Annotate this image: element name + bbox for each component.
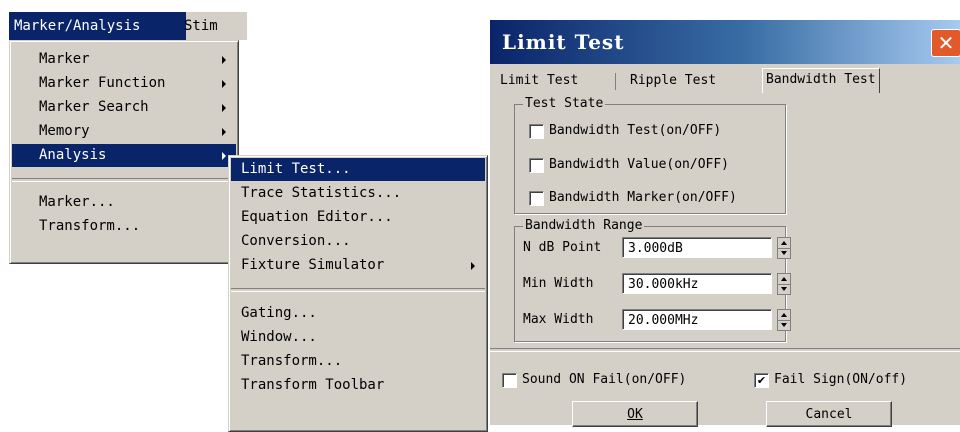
menu-item-window[interactable]: Window...	[231, 326, 485, 349]
dialog-separator	[490, 348, 960, 352]
spin-down-icon[interactable]	[778, 284, 790, 294]
bandwidth-range-group: Bandwidth Range N dB Point 3.000dB Min W…	[514, 218, 791, 342]
checkbox-label: Fail Sign(ON/off)	[774, 372, 908, 387]
checkbox-box	[529, 191, 544, 206]
menu-item-marker-dialog[interactable]: Marker...	[12, 191, 236, 214]
checkbox-box	[502, 373, 517, 388]
menu-item-label: Marker Search	[39, 99, 149, 115]
menu-separator	[231, 288, 485, 292]
ok-button-label: OK	[627, 407, 643, 422]
min-width-spinner[interactable]	[777, 273, 791, 295]
max-width-input[interactable]: 20.000MHz	[622, 309, 772, 330]
menu-item-label: Gating...	[241, 305, 317, 321]
menu-item-label: Transform...	[241, 353, 343, 369]
submenu-arrow-icon	[222, 56, 226, 64]
n-db-point-spinner[interactable]	[777, 237, 791, 259]
n-db-point-label: N dB Point	[523, 240, 602, 255]
checkbox-label: Bandwidth Test(on/OFF)	[549, 123, 722, 138]
close-icon[interactable]: ✕	[931, 29, 960, 57]
tab-bandwidth-test[interactable]: Bandwidth Test	[762, 68, 880, 93]
checkbox-box	[529, 124, 544, 139]
menu-item-label: Window...	[241, 329, 317, 345]
menu-item-label: Transform Toolbar	[241, 377, 385, 393]
menu-item-label: Analysis	[39, 147, 107, 163]
analysis-submenu: Limit Test... Trace Statistics... Equati…	[228, 155, 488, 432]
group-title: Bandwidth Range	[523, 218, 645, 234]
menu-separator	[12, 178, 236, 182]
menu-item-fixture-simulator[interactable]: Fixture Simulator	[231, 254, 485, 277]
checkmark-icon: ✔	[754, 373, 769, 388]
checkbox-box	[529, 158, 544, 173]
submenu-arrow-icon	[222, 128, 226, 136]
checkbox-label: Bandwidth Marker(on/OFF)	[549, 190, 737, 205]
tab-limit-test[interactable]: Limit Test	[500, 70, 578, 92]
menu-item-label: Marker...	[39, 194, 115, 210]
menu-item-marker-search[interactable]: Marker Search	[12, 96, 236, 119]
menu-item-label: Marker	[39, 51, 90, 67]
menu-item-transform-dialog[interactable]: Transform...	[231, 350, 485, 373]
marker-analysis-menu: Marker Marker Function Marker Search Mem…	[9, 40, 239, 264]
min-width-input[interactable]: 30.000kHz	[622, 273, 772, 294]
menu-item-analysis[interactable]: Analysis	[12, 144, 236, 167]
max-width-spinner[interactable]	[777, 309, 791, 331]
min-width-label: Min Width	[523, 276, 594, 291]
menu-item-conversion[interactable]: Conversion...	[231, 230, 485, 253]
menu-item-equation-editor[interactable]: Equation Editor...	[231, 206, 485, 229]
menu-item-transform-toolbar[interactable]: Transform Toolbar	[231, 374, 485, 397]
menu-item-label: Memory	[39, 123, 90, 139]
dialog-title-bar[interactable]: Limit Test ✕	[490, 20, 960, 64]
menu-item-label: Fixture Simulator	[241, 257, 385, 273]
tab-ripple-test[interactable]: Ripple Test	[630, 70, 716, 92]
menu-bar: Marker/Analysis Stim	[9, 12, 247, 40]
menu-item-marker[interactable]: Marker	[12, 48, 236, 71]
checkbox-label: Sound ON Fail(on/OFF)	[522, 372, 687, 387]
limit-test-dialog: Limit Test ✕ Limit Test Ripple Test Band…	[490, 20, 960, 427]
n-db-point-input[interactable]: 3.000dB	[622, 237, 772, 258]
submenu-arrow-icon	[222, 152, 226, 160]
tab-divider	[615, 73, 616, 90]
spin-down-icon[interactable]	[778, 320, 790, 330]
menu-stimulus[interactable]: Stim	[179, 12, 223, 40]
submenu-arrow-icon	[222, 80, 226, 88]
menu-marker-analysis[interactable]: Marker/Analysis	[9, 12, 186, 40]
spin-down-icon[interactable]	[778, 248, 790, 258]
menu-item-label: Trace Statistics...	[241, 185, 402, 201]
test-state-group: Test State Bandwidth Test(on/OFF) Bandwi…	[514, 96, 786, 214]
menu-item-marker-function[interactable]: Marker Function	[12, 72, 236, 95]
menu-item-limit-test[interactable]: Limit Test...	[231, 158, 485, 181]
submenu-arrow-icon	[222, 104, 226, 112]
menu-item-label: Equation Editor...	[241, 209, 393, 225]
ok-button[interactable]: OK	[572, 401, 698, 427]
menu-item-label: Transform...	[39, 218, 141, 234]
group-title: Test State	[523, 96, 606, 112]
menu-item-transform[interactable]: Transform...	[12, 215, 236, 238]
menu-item-gating[interactable]: Gating...	[231, 302, 485, 325]
submenu-arrow-icon	[471, 262, 475, 270]
menu-item-label: Marker Function	[39, 75, 166, 91]
menu-item-memory[interactable]: Memory	[12, 120, 236, 143]
cancel-button-label: Cancel	[805, 407, 853, 422]
menu-item-label: Limit Test...	[241, 161, 351, 177]
menu-item-label: Conversion...	[241, 233, 351, 249]
dialog-title: Limit Test	[502, 30, 625, 54]
checkbox-label: Bandwidth Value(on/OFF)	[549, 157, 730, 172]
cancel-button[interactable]: Cancel	[766, 401, 892, 427]
menu-item-trace-statistics[interactable]: Trace Statistics...	[231, 182, 485, 205]
max-width-label: Max Width	[523, 312, 594, 327]
